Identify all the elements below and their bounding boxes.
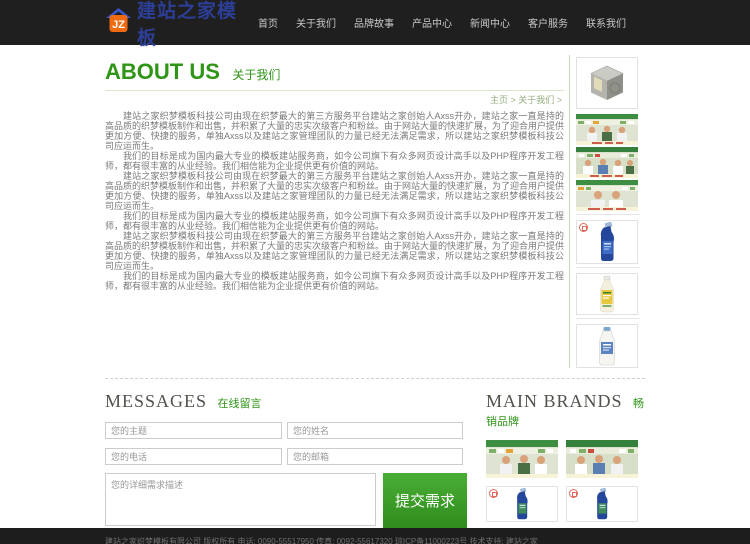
detail-textarea[interactable] [105, 473, 376, 526]
submit-button[interactable]: 提交需求 [383, 473, 467, 528]
about-paragraph: 建站之家织梦模板科技公司由现在织梦最大的第三方服务平台建站之家创始人Axss开办… [105, 171, 565, 211]
breadcrumb[interactable]: 主页 > 关于我们 > [105, 91, 564, 111]
brand-product-1[interactable] [486, 486, 558, 522]
brand-store-photo-2[interactable] [566, 440, 638, 478]
phone-input[interactable] [105, 448, 282, 465]
about-section: ABOUT US 关于我们 主页 > 关于我们 > 建站之家织梦模板科技公司由现… [105, 55, 569, 368]
about-paragraph: 建站之家织梦模板科技公司由现在织梦最大的第三方服务平台建站之家创始人Axss开办… [105, 111, 565, 151]
brands-heading: MAIN BRANDS 畅销品牌 [486, 391, 645, 430]
brands-title-en: MAIN BRANDS [486, 391, 623, 411]
store-group-photo-3[interactable] [576, 180, 638, 211]
footer-text: 建站之家织梦模板有限公司 版权所有 电话: 0090-55517950 传真: … [105, 537, 538, 544]
red-seal-icon [579, 223, 588, 232]
cube-product-image[interactable] [576, 57, 638, 109]
brand-name: 建站之家模板 [137, 0, 238, 49]
messages-section: MESSAGES 在线留言 提交需求 [105, 391, 471, 528]
email-input[interactable] [287, 448, 463, 465]
about-paragraph: 我们的目标是成为国内最大专业的模板建站服务商，如今公司旗下有众多网页设计高手以及… [105, 271, 564, 291]
about-paragraph: 我们的目标是成为国内最大专业的模板建站服务商，如今公司旗下有众多网页设计高手以及… [105, 211, 564, 231]
sidebar-divider [576, 318, 640, 319]
footer: 建站之家织梦模板有限公司 版权所有 电话: 0090-55517950 传真: … [0, 528, 750, 544]
nav-item-contact[interactable]: 联系我们 [577, 9, 635, 36]
nav-item-news[interactable]: 新闻中心 [461, 9, 519, 36]
brand-product-2[interactable] [566, 486, 638, 522]
yellow-bottle-product-image[interactable] [576, 273, 638, 315]
nav-item-service[interactable]: 客户服务 [519, 9, 577, 36]
store-group-photo-1[interactable] [576, 114, 638, 145]
nav-item-about[interactable]: 关于我们 [287, 9, 345, 36]
nav-item-home[interactable]: 首页 [249, 9, 287, 36]
about-title-cn: 关于我们 [232, 68, 281, 82]
sidebar-divider [576, 214, 640, 215]
sidebar-divider [576, 267, 640, 268]
about-paragraph: 建站之家织梦模板科技公司由现在织梦最大的第三方服务平台建站之家创始人Axss开办… [105, 231, 565, 271]
message-form: 提交需求 [105, 422, 471, 528]
svg-text:JZ: JZ [112, 19, 125, 31]
white-bottle-product-image[interactable] [576, 324, 638, 368]
brands-section: MAIN BRANDS 畅销品牌 [471, 391, 645, 528]
about-paragraph: 我们的目标是成为国内最大专业的模板建站服务商，如今公司旗下有众多网页设计高手以及… [105, 151, 564, 171]
nav-item-products[interactable]: 产品中心 [403, 9, 461, 36]
brand-store-photo-1[interactable] [486, 440, 558, 478]
brand-grid [486, 440, 645, 522]
blue-bottle-product-image[interactable] [576, 220, 638, 264]
bottom-section: MESSAGES 在线留言 提交需求 [105, 378, 645, 528]
main-nav: 首页 关于我们 品牌故事 产品中心 新闻中心 客户服务 联系我们 [249, 9, 645, 36]
messages-title-en: MESSAGES [105, 391, 208, 411]
about-title-en: ABOUT US [105, 59, 220, 84]
header: JZ 建站之家模板 首页 关于我们 品牌故事 产品中心 新闻中心 客户服务 联系… [0, 0, 750, 49]
main-content: ABOUT US 关于我们 主页 > 关于我们 > 建站之家织梦模板科技公司由现… [105, 45, 645, 528]
page: JZ 建站之家模板 首页 关于我们 品牌故事 产品中心 新闻中心 客户服务 联系… [0, 0, 750, 544]
messages-title-cn: 在线留言 [217, 398, 262, 410]
site-logo[interactable]: JZ 建站之家模板 [105, 0, 249, 50]
name-input[interactable] [287, 422, 463, 439]
about-heading: ABOUT US 关于我们 [105, 59, 564, 91]
messages-heading: MESSAGES 在线留言 [105, 391, 471, 412]
house-logo-icon: JZ [105, 7, 132, 39]
nav-item-brand-story[interactable]: 品牌故事 [345, 9, 403, 36]
store-group-photo-2[interactable] [576, 147, 638, 178]
red-seal-icon [489, 489, 498, 498]
subject-input[interactable] [105, 422, 282, 439]
red-seal-icon [569, 489, 578, 498]
about-text: 建站之家织梦模板科技公司由现在织梦最大的第三方服务平台建站之家创始人Axss开办… [105, 111, 564, 291]
product-sidebar [569, 55, 640, 368]
